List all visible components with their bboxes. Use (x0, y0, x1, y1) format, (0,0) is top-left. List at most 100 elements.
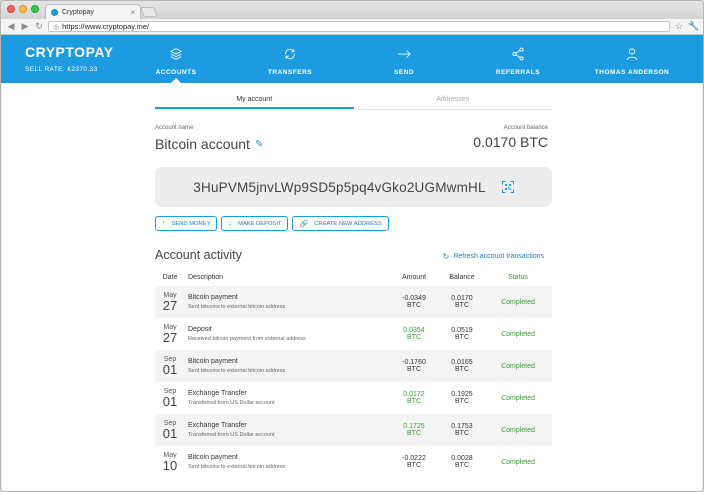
bookmark-star-icon[interactable]: ☆ (674, 21, 684, 32)
refresh-transactions-label: Refresh account transactions (453, 253, 544, 260)
date-cell: Sep 01 (155, 414, 185, 446)
browser-toolbar: ◀ ▶ ↻ ◎ https://www.cryptopay.me/ ☆ 🔧 (1, 19, 703, 35)
balance-cell: 0.1925 BTC (440, 382, 484, 414)
refresh-icon: ↻ (442, 252, 450, 261)
tab-addresses[interactable]: Addresses (354, 93, 553, 109)
balance-unit: BTC (455, 398, 469, 405)
date-day: 01 (162, 394, 178, 409)
refresh-icon (285, 48, 295, 60)
tab-close-icon[interactable]: × (130, 8, 135, 17)
table-row[interactable]: Sep 01 Bitcoin payment Sent bitcoins to ext… (155, 350, 552, 382)
send-money-label: SEND MONEY (171, 220, 211, 227)
edit-pencil-icon[interactable]: ✎ (255, 139, 263, 150)
table-row[interactable]: May 27 Bitcoin payment Sent bitcoins to ext… (155, 286, 552, 318)
transaction-title: Deposit (188, 326, 212, 333)
back-icon[interactable]: ◀ (6, 21, 16, 32)
balance-value: 0.1753 (451, 423, 473, 430)
nav-accounts[interactable]: ACCOUNTS (119, 35, 233, 83)
status-cell: Completed (484, 414, 552, 446)
transaction-title: Bitcoin payment (188, 294, 238, 301)
wrench-icon[interactable]: 🔧 (688, 21, 699, 32)
create-address-button[interactable]: 🔗 CREATE NEW ADDRESS (292, 216, 389, 231)
nav-transfers-label: TRANSFERS (267, 69, 313, 76)
close-window-button[interactable] (7, 5, 15, 13)
browser-tab[interactable]: Cryptopay × (45, 4, 141, 19)
share-icon (512, 47, 524, 61)
amount-value: -0.0349 (402, 295, 426, 302)
table-row[interactable]: Sep 01 Exchange Transfer Transferred from U… (155, 414, 552, 446)
nav-user-label: THOMAS ANDERSON (594, 69, 670, 76)
description-cell: Bitcoin payment Sent bitcoins to external… (185, 286, 388, 318)
account-balance-label: Account balance (503, 125, 548, 131)
amount-cell: -0.1760 BTC (388, 350, 440, 382)
activity-table: Date Description Amount Balance Status M… (155, 269, 552, 478)
account-subtabs: My account Addresses (155, 93, 552, 110)
balance-unit: BTC (455, 366, 469, 373)
logo[interactable]: CRYPTOPAY (25, 44, 119, 60)
date-day: 01 (162, 426, 178, 441)
transaction-subtitle: Sent bitcoins to external bitcoin addres… (188, 464, 286, 470)
date-day: 27 (162, 330, 178, 345)
amount-unit: BTC (407, 398, 421, 405)
transaction-subtitle: Received bitcoin payment from external a… (188, 336, 306, 342)
account-name: Bitcoin account ✎ (155, 136, 263, 152)
balance-cell: 0.0165 BTC (440, 350, 484, 382)
date-day: 01 (162, 362, 178, 377)
new-tab-button[interactable] (140, 7, 158, 17)
reload-icon[interactable]: ↻ (34, 21, 44, 32)
transaction-subtitle: Transferred from US Dollar account (188, 400, 275, 406)
amount-value: 0.1725 (403, 423, 425, 430)
nav-referrals-label: REFERRALS (495, 69, 541, 76)
nav-send-label: SEND (393, 69, 415, 76)
balance-unit: BTC (455, 430, 469, 437)
balance-cell: 0.0519 BTC (440, 318, 484, 350)
nav-accounts-label: ACCOUNTS (155, 69, 197, 76)
col-amount: Amount (401, 274, 427, 281)
send-money-button[interactable]: ↑ SEND MONEY (155, 216, 218, 231)
nav-user[interactable]: THOMAS ANDERSON (575, 35, 689, 83)
nav-send[interactable]: SEND (347, 35, 461, 83)
balance-unit: BTC (455, 462, 469, 469)
status-cell: Completed (501, 330, 535, 338)
link-icon: 🔗 (299, 220, 309, 228)
nav-transfers[interactable]: TRANSFERS (233, 35, 347, 83)
amount-cell: 0.0172 BTC (388, 382, 440, 414)
table-header-row: Date Description Amount Balance Status (155, 269, 552, 286)
amount-unit: BTC (407, 366, 421, 373)
table-row[interactable]: May 27 Deposit Received bitcoin payment fro… (155, 318, 552, 350)
minimize-window-button[interactable] (19, 5, 27, 13)
amount-value: -0.1760 (402, 359, 426, 366)
tab-title: Cryptopay (62, 8, 94, 16)
transaction-subtitle: Sent bitcoins to external bitcoin addres… (188, 368, 286, 374)
nav-referrals[interactable]: REFERRALS (461, 35, 575, 83)
bitcoin-address[interactable]: 3HuPVM5jnvLWp9SD5p5pq4vGko2UGMwmHL (193, 180, 485, 195)
balance-cell: 0.0028 BTC (440, 446, 484, 478)
refresh-transactions-link[interactable]: ↻ Refresh account transactions (443, 252, 544, 261)
balance-unit: BTC (455, 302, 469, 309)
arrow-up-icon: ↑ (162, 220, 166, 227)
amount-value: -0.0222 (402, 455, 426, 462)
description-cell: Exchange Transfer Transferred from US Dol… (185, 382, 388, 414)
transaction-title: Exchange Transfer (188, 390, 247, 397)
zoom-window-button[interactable] (31, 5, 39, 13)
amount-cell: 0.1725 BTC (388, 414, 440, 446)
amount-unit: BTC (407, 462, 421, 469)
sell-rate: SELL RATE: €2370.33 (25, 66, 98, 73)
description-cell: Bitcoin payment Sent bitcoins to external… (185, 350, 388, 382)
stack-icon (169, 48, 183, 60)
tab-my-account[interactable]: My account (155, 93, 354, 109)
tab-strip: Cryptopay × (1, 1, 703, 19)
bitcoin-address-box: 3HuPVM5jnvLWp9SD5p5pq4vGko2UGMwmHL (155, 167, 552, 207)
amount-unit: BTC (407, 302, 421, 309)
url-text: https://www.cryptopay.me/ (62, 22, 150, 31)
table-row[interactable]: Sep 01 Exchange Transfer Transferred from U… (155, 382, 552, 414)
qr-code-icon[interactable] (501, 181, 514, 193)
favicon-icon (51, 8, 58, 16)
address-bar[interactable]: ◎ https://www.cryptopay.me/ (48, 21, 670, 32)
date-cell: May 10 (155, 446, 185, 478)
forward-icon[interactable]: ▶ (20, 21, 30, 32)
status-cell: Completed (501, 458, 535, 466)
table-row[interactable]: May 10 Bitcoin payment Sent bitcoins to ext… (155, 446, 552, 478)
amount-value: 0.0172 (403, 391, 425, 398)
make-deposit-button[interactable]: ↓ MAKE DEPOSIT (221, 216, 289, 231)
